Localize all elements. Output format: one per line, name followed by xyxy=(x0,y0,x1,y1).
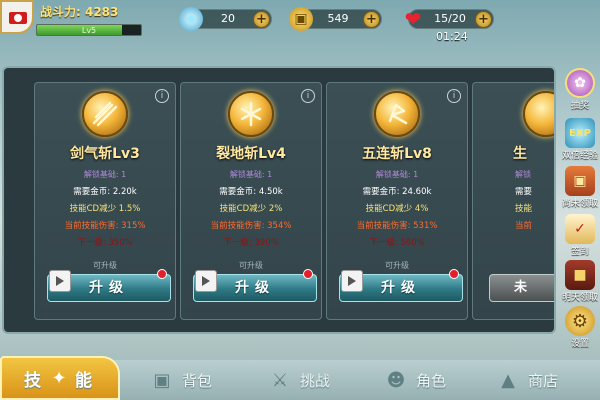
notification-dot xyxy=(303,269,313,279)
exp-icon: EXP xyxy=(565,118,595,148)
cd-text: 技能 xyxy=(515,204,533,214)
unlock-text: 解锁基础: 1 xyxy=(83,170,127,179)
skill-card: i 裂地斩Lv4 解锁基础: 1 需要金币: 4.50k 技能CD减少 2% 当… xyxy=(180,82,322,320)
damage-text: 当前 xyxy=(515,221,533,231)
cost-text: 需要金币: 24.60k xyxy=(362,187,432,197)
gift-icon: ▣ xyxy=(565,166,595,196)
unlock-text: 解锁基础: 1 xyxy=(229,170,273,179)
cd-text: 技能CD减少 4% xyxy=(365,204,429,214)
sidebar-item-gift[interactable]: ▣ 尚未领取 xyxy=(560,166,600,209)
level-bar: Lv5 xyxy=(36,24,142,36)
character-icon: ☻ xyxy=(386,369,406,391)
play-preview-icon[interactable] xyxy=(341,270,363,292)
shop-icon: ▲ xyxy=(501,369,515,391)
sidebar-item-lottery[interactable]: ✿ 抽奖 xyxy=(560,68,600,111)
gem-counter: ◆ 20 + xyxy=(179,7,272,31)
unlock-text: 解锁基础: 1 xyxy=(375,170,419,179)
tab-skill[interactable]: 技 ✦ 能 xyxy=(0,356,120,400)
skill-card: 生 解锁 需要 技能 当前 未 xyxy=(472,82,554,320)
chest-icon: ■ xyxy=(565,260,595,290)
add-gold-button[interactable]: + xyxy=(363,11,380,28)
tab-backpack[interactable]: ▣ 背包 xyxy=(150,360,212,400)
locked-skill-icon[interactable] xyxy=(523,91,554,137)
tab-shop[interactable]: ▲ 商店 xyxy=(496,360,558,400)
heart-icon: ❤ xyxy=(404,7,422,31)
info-icon[interactable]: i xyxy=(447,89,461,103)
cd-text: 技能CD减少 1.5% xyxy=(69,204,141,214)
compass-icon: ✦ xyxy=(51,367,67,389)
notification-dot xyxy=(449,269,459,279)
info-icon[interactable]: i xyxy=(155,89,169,103)
skill-name: 剑气斩Lv3 xyxy=(70,146,140,162)
coin-icon: ▣ xyxy=(289,7,313,31)
five-slash-skill-icon[interactable] xyxy=(374,91,420,137)
sidebar-item-double-exp[interactable]: EXP 双倍经验 xyxy=(560,118,600,161)
skill-card: i 五连斩Lv8 解锁基础: 1 需要金币: 24.60k 技能CD减少 4% … xyxy=(326,82,468,320)
stamina-counter: ❤ 15/20 + xyxy=(405,7,494,31)
lottery-icon: ✿ xyxy=(565,68,595,98)
combat-power: 战斗力: 4283 xyxy=(40,5,119,19)
cost-text: 需要金币: 4.50k xyxy=(219,187,283,197)
bottom-nav: 技 ✦ 能 ▣ 背包 ⚔ 挑战 ☻ 角色 ▲ 商店 xyxy=(0,356,600,400)
stamina-timer: 01:24 xyxy=(436,30,468,43)
add-stamina-button[interactable]: + xyxy=(475,11,492,28)
gear-icon: ⚙ xyxy=(565,306,595,336)
sidebar-item-chest[interactable]: ■ 明天领取 xyxy=(560,260,600,303)
skill-panel: i 剑气斩Lv3 解锁基础: 1 需要金币: 2.20k 技能CD减少 1.5%… xyxy=(2,66,556,334)
skill-name: 裂地斩Lv4 xyxy=(216,146,286,162)
swords-icon: ⚔ xyxy=(271,369,289,391)
sword-qi-skill-icon[interactable] xyxy=(82,91,128,137)
gold-value: 549 xyxy=(327,12,349,25)
next-level-text: 下一级: 350% xyxy=(77,238,133,248)
tab-character[interactable]: ☻ 角色 xyxy=(384,360,446,400)
skill-name: 生 xyxy=(513,146,527,162)
cost-text: 需要 xyxy=(515,187,533,197)
cost-text: 需要金币: 2.20k xyxy=(73,187,137,197)
backpack-icon: ▣ xyxy=(153,369,171,391)
notification-dot xyxy=(157,269,167,279)
locked-button[interactable]: 未 xyxy=(489,274,554,302)
damage-text: 当前技能伤害: 315% xyxy=(64,221,146,231)
sidebar-item-signin[interactable]: ✓ 签到 xyxy=(560,214,600,257)
next-level-text: 下一级: 560% xyxy=(369,238,425,248)
sidebar-item-settings[interactable]: ⚙ 设置 xyxy=(560,306,600,349)
ground-split-skill-icon[interactable] xyxy=(228,91,274,137)
scroll-icon: ✓ xyxy=(565,214,595,244)
play-preview-icon[interactable] xyxy=(49,270,71,292)
top-bar: 战斗力: 4283 Lv5 ◆ 20 + ▣ 549 + ❤ 15/20 + 0… xyxy=(0,0,600,44)
damage-text: 当前技能伤害: 531% xyxy=(356,221,438,231)
skill-card: i 剑气斩Lv3 解锁基础: 1 需要金币: 2.20k 技能CD减少 1.5%… xyxy=(34,82,176,320)
skill-name: 五连斩Lv8 xyxy=(362,146,432,162)
gold-counter: ▣ 549 + xyxy=(289,7,382,31)
avatar[interactable] xyxy=(0,0,34,34)
stamina-value: 15/20 xyxy=(434,12,466,25)
cd-text: 技能CD减少 2% xyxy=(219,204,283,214)
play-preview-icon[interactable] xyxy=(195,270,217,292)
diamond-icon: ◆ xyxy=(179,7,203,31)
unlock-text: 解锁 xyxy=(515,170,531,179)
info-icon[interactable]: i xyxy=(301,89,315,103)
next-level-text: 下一级: 390% xyxy=(223,238,279,248)
damage-text: 当前技能伤害: 354% xyxy=(210,221,292,231)
add-gems-button[interactable]: + xyxy=(253,11,270,28)
gem-value: 20 xyxy=(221,12,235,25)
tab-challenge[interactable]: ⚔ 挑战 xyxy=(268,360,330,400)
level-text: Lv5 xyxy=(81,26,97,35)
